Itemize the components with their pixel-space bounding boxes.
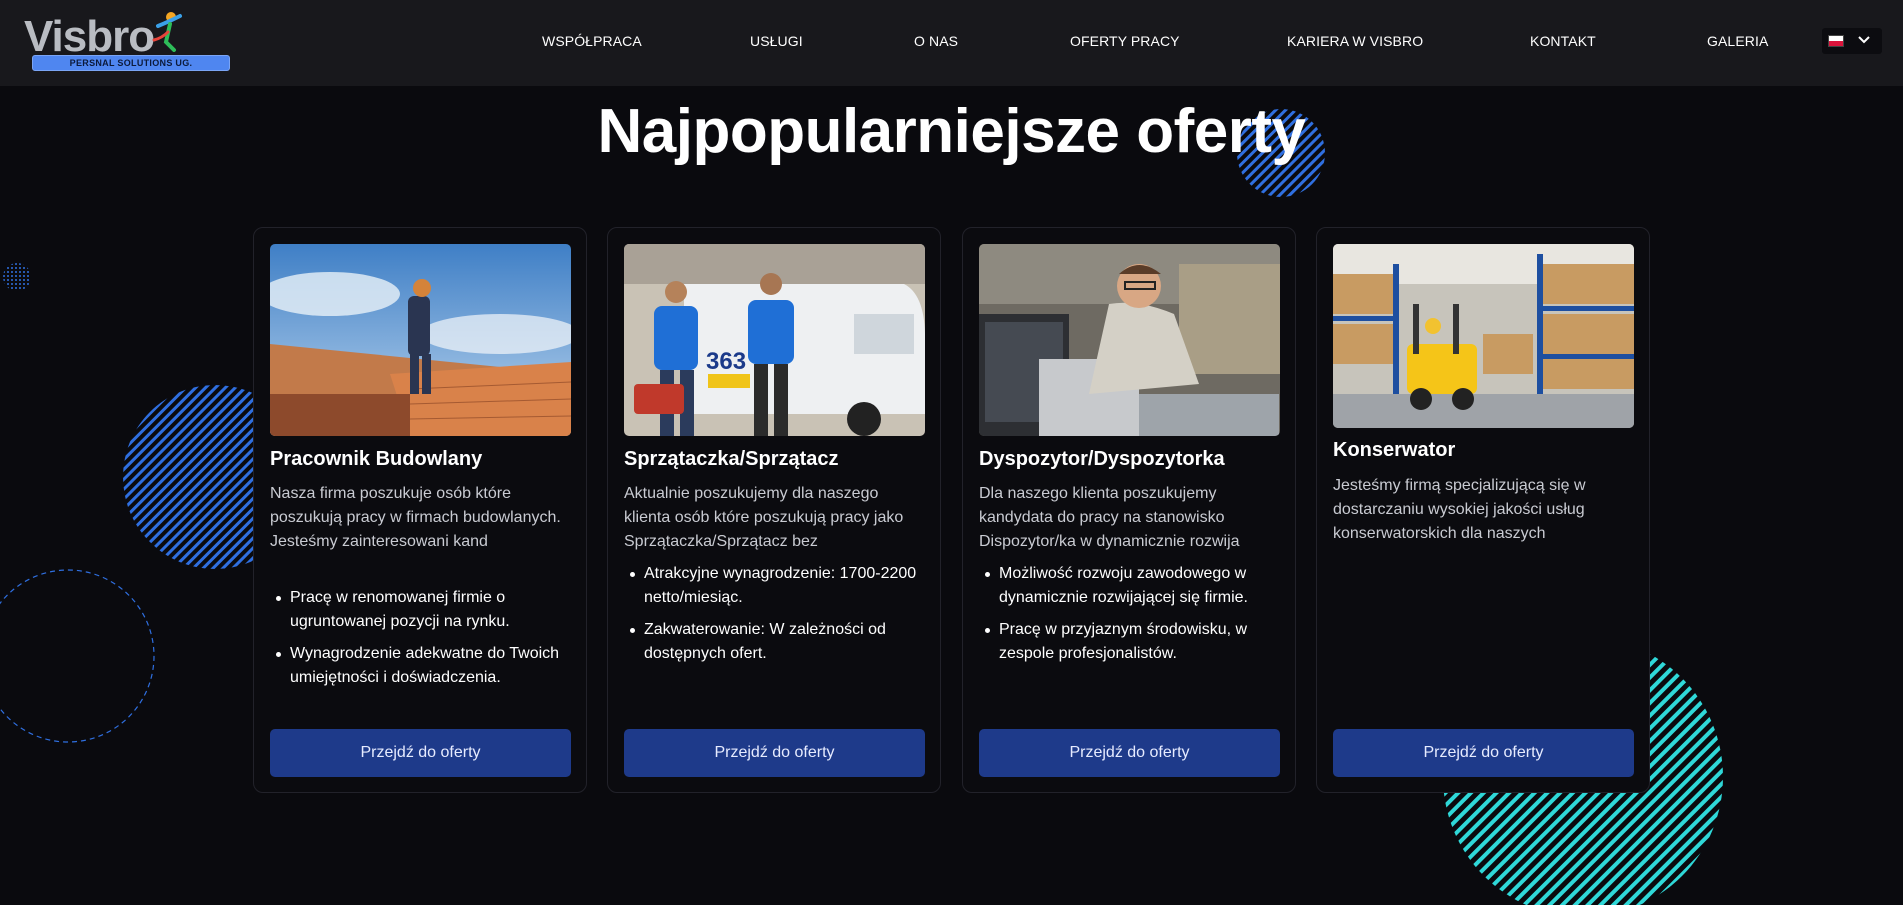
card-title: Dyspozytor/Dyspozytorka (979, 448, 1225, 470)
nav-item-uslugi[interactable]: USŁUGI (750, 33, 803, 49)
logo-tagline: PERSNAL SOLUTIONS UG. (69, 58, 193, 68)
offer-card-sprzataczka: 363 Sprzątaczka/Sprzątacz Aktualnie posz… (607, 227, 941, 793)
card-description: Nasza firma poszukuje osób które poszuku… (270, 485, 561, 550)
go-to-offer-button[interactable]: Przejdź do oferty (624, 729, 925, 777)
poland-flag-icon (1828, 35, 1844, 47)
decor-dotted-circle-small (3, 263, 31, 291)
offer-card-budowlany: Pracownik Budowlany Nasza firma poszukuj… (253, 227, 587, 793)
site-header: Visbro PERSNAL SOLUTIONS UG. WSPÓŁPRACA … (0, 0, 1903, 86)
card-title: Pracownik Budowlany (270, 448, 483, 470)
logo-figure-icon (152, 12, 182, 52)
card-description: Dla naszego klienta poszukujemy kandydat… (979, 485, 1240, 550)
go-to-offer-button[interactable]: Przejdź do oferty (979, 729, 1280, 777)
card-image-dispatcher (979, 244, 1280, 436)
nav-item-galeria[interactable]: GALERIA (1707, 33, 1768, 49)
list-item: Atrakcyjne wynagrodzenie: 1700-2200 nett… (624, 562, 928, 610)
nav-item-wspolpraca[interactable]: WSPÓŁPRACA (542, 33, 642, 49)
list-item: Możliwość rozwoju zawodowego w dynamiczn… (979, 562, 1283, 610)
card-title: Sprzątaczka/Sprzątacz (624, 448, 839, 470)
list-item: Pracę w przyjaznym środowisku, w zespole… (979, 618, 1283, 666)
card-benefits-list: Atrakcyjne wynagrodzenie: 1700-2200 nett… (624, 562, 928, 674)
go-to-offer-button[interactable]: Przejdź do oferty (1333, 729, 1634, 777)
logo-tagline-bar: PERSNAL SOLUTIONS UG. (32, 55, 230, 71)
decor-dashed-circle-outline (0, 569, 155, 743)
section-title: Najpopularniejsze oferty (597, 97, 1306, 166)
list-item: Zakwaterowanie: W zależności od dostępny… (624, 618, 928, 666)
go-to-offer-button[interactable]: Przejdź do oferty (270, 729, 571, 777)
nav-item-kariera[interactable]: KARIERA W VISBRO (1287, 33, 1423, 49)
list-item: Pracę w renomowanej firmie o ugruntowane… (270, 586, 574, 634)
card-image-cleaners: 363 (624, 244, 925, 436)
nav-item-oferty-pracy[interactable]: OFERTY PRACY (1070, 33, 1180, 49)
card-image-construction (270, 244, 571, 436)
svg-text:363: 363 (706, 348, 746, 375)
chevron-down-icon (1858, 36, 1870, 44)
language-selector[interactable] (1822, 28, 1882, 54)
card-title: Konserwator (1333, 439, 1456, 461)
list-item: Wynagrodzenie adekwatne do Twoich umieję… (270, 642, 574, 690)
card-description: Aktualnie poszukujemy dla naszego klient… (624, 485, 904, 550)
card-description: Jesteśmy firmą specjalizującą się w dost… (1333, 477, 1586, 542)
nav-item-o-nas[interactable]: O NAS (914, 33, 958, 49)
brand-logo[interactable]: Visbro PERSNAL SOLUTIONS UG. (24, 10, 230, 74)
nav-item-kontakt[interactable]: KONTAKT (1530, 33, 1596, 49)
card-image-warehouse (1333, 244, 1634, 428)
offer-card-konserwator: Konserwator Jesteśmy firmą specjalizując… (1316, 227, 1650, 793)
card-benefits-list: Możliwość rozwoju zawodowego w dynamiczn… (979, 562, 1283, 674)
offer-card-dyspozytor: Dyspozytor/Dyspozytorka Dla naszego klie… (962, 227, 1296, 793)
card-benefits-list: Pracę w renomowanej firmie o ugruntowane… (270, 586, 574, 698)
